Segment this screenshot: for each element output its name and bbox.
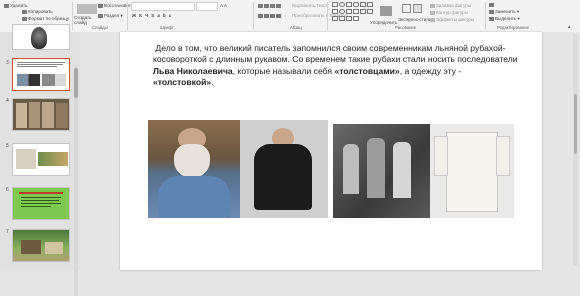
copy-button[interactable]: Копировать [22, 9, 53, 15]
triangle-shape-icon[interactable] [367, 2, 373, 7]
editor-scrollbar-thumb[interactable] [574, 94, 577, 154]
slide-number: 6 [6, 187, 9, 193]
align-text-button[interactable]: Выровнять текст [292, 3, 328, 9]
quick-styles-icon [402, 4, 411, 13]
bracket-shape-icon[interactable] [360, 9, 366, 14]
select-button[interactable]: Выделить ▾ [489, 16, 520, 22]
star-shape-icon[interactable] [346, 9, 352, 14]
collapse-ribbon-icon[interactable]: ▴ [568, 24, 570, 30]
rounded-rect-shape-icon[interactable] [353, 2, 359, 7]
slide-number: 3 [6, 60, 9, 66]
font-name-box[interactable] [131, 2, 195, 11]
rectangle-shape-icon[interactable] [332, 2, 338, 7]
slides-group-label: Слайды [92, 25, 108, 30]
slide-thumbnail[interactable] [12, 229, 70, 262]
numbering-icon [264, 3, 269, 8]
shape-outline-button[interactable]: Контур фигуры [430, 10, 468, 16]
oval-shape-icon[interactable] [339, 2, 345, 7]
thumbnail-scrollbar-thumb[interactable] [74, 68, 78, 98]
separator [253, 2, 254, 30]
replace-icon [489, 9, 494, 14]
reset-icon [98, 3, 103, 8]
arrange-icon [380, 6, 392, 16]
slide-thumbnail[interactable] [12, 143, 70, 176]
slide-thumbnail-pane: 3 4 5 6 7 [0, 24, 80, 296]
new-slide-icon [77, 4, 97, 14]
arrange-button[interactable]: Упорядочить [370, 20, 397, 26]
arrow-shape-icon[interactable] [360, 2, 366, 7]
quick-styles-button[interactable]: Экспресс-стили [398, 17, 432, 23]
indent-icon [270, 3, 275, 8]
slide-number: 5 [6, 143, 9, 149]
grow-font-icon[interactable]: A A [220, 3, 227, 9]
find-icon [489, 2, 494, 7]
reuse-slides-button[interactable]: Восстановить [98, 3, 133, 9]
slide-thumbnail[interactable] [12, 187, 70, 220]
format-painter-icon [22, 16, 27, 21]
align-left-icon [258, 13, 263, 18]
ribbon: Удалить Копировать Формат по образцу Буф… [0, 0, 580, 33]
line-spacing-icon [276, 3, 281, 8]
section-icon [98, 13, 103, 18]
paragraph-group-label: Абзац [290, 25, 302, 30]
slide-thumbnail-selected[interactable] [12, 58, 70, 91]
font-group-label: Шрифт [160, 25, 174, 30]
separator [72, 2, 73, 30]
hoodie-photo[interactable] [240, 120, 328, 218]
brace-shape-icon[interactable] [332, 9, 338, 14]
shape-fill-button[interactable]: Заливка фигуры [430, 3, 471, 9]
slide-body-text[interactable]: Дело в том, что великий писатель запомни… [153, 43, 523, 88]
justify-icon [276, 13, 281, 18]
pentagon-shape-icon[interactable] [332, 16, 338, 21]
separator [327, 2, 328, 30]
new-slide-button[interactable]: Создать слайд [74, 15, 98, 25]
outline-icon [430, 10, 435, 15]
slide-editor: Дело в том, что великий писатель запомни… [80, 32, 580, 270]
separator [127, 2, 128, 30]
separator [485, 2, 486, 30]
editor-scrollbar[interactable] [573, 34, 578, 266]
slide-thumbnail[interactable] [12, 98, 70, 131]
replace-button[interactable]: Заменить ▾ [489, 9, 519, 15]
align-center-icon [264, 13, 269, 18]
block-arrow-shape-icon[interactable] [346, 16, 352, 21]
format-painter-button[interactable]: Формат по образцу [22, 16, 69, 22]
heart-shape-icon[interactable] [353, 16, 359, 21]
chevron-shape-icon[interactable] [339, 16, 345, 21]
font-format-buttons[interactable]: ЖКЧSabc [132, 13, 174, 19]
list-buttons[interactable] [258, 3, 282, 9]
slide-thumbnail[interactable] [12, 24, 70, 50]
copy-icon [22, 9, 27, 14]
historic-group-photo[interactable] [333, 124, 430, 218]
section-button[interactable]: Раздел ▾ [98, 13, 123, 19]
bullets-icon [258, 3, 263, 8]
slide-number: 4 [6, 98, 9, 104]
callout-shape-icon[interactable] [353, 9, 359, 14]
portrait-photo[interactable] [148, 120, 240, 218]
shape-effects-button[interactable]: Эффекты фигуры [430, 17, 474, 23]
line-shape-icon[interactable] [346, 2, 352, 7]
editing-group-label: Редактирование [497, 25, 529, 30]
drawing-group-label: Рисование [395, 25, 417, 30]
circle-shape-icon[interactable] [339, 9, 345, 14]
font-size-box[interactable] [196, 2, 218, 11]
slide-number: 7 [6, 229, 9, 235]
align-right-icon [270, 13, 275, 18]
find-button[interactable] [489, 2, 495, 8]
linen-shirt-photo[interactable] [430, 124, 514, 218]
thumbnail-scrollbar[interactable] [74, 66, 78, 296]
curve-shape-icon[interactable] [367, 9, 373, 14]
slide[interactable]: Дело в том, что великий писатель запомни… [120, 32, 542, 270]
effects-icon [430, 17, 435, 22]
delete-icon [4, 3, 9, 8]
select-icon [489, 16, 494, 21]
align-buttons[interactable] [258, 13, 282, 19]
fill-icon [430, 3, 435, 8]
quick-styles-icon [413, 4, 422, 13]
